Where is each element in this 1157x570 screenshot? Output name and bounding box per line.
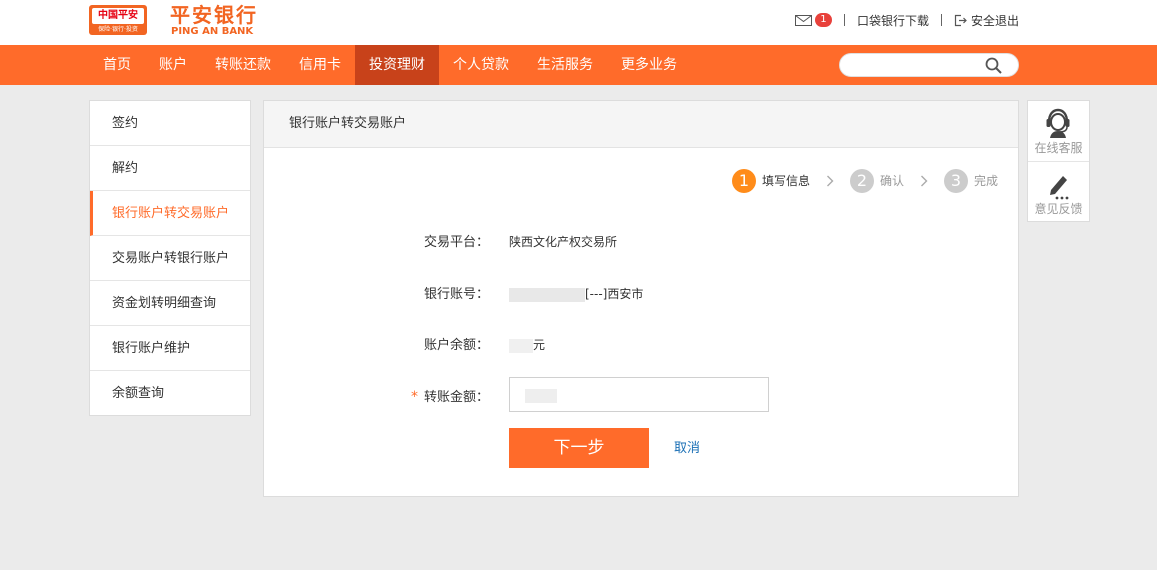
masked-amount — [525, 389, 557, 403]
amount-label: 转账金额： — [423, 390, 489, 405]
next-step-button[interactable]: 下一步 — [509, 428, 649, 468]
balance-label: 账户余额： — [423, 338, 489, 353]
masked-balance — [509, 338, 533, 353]
account-label: 银行账号： — [423, 287, 489, 302]
account-value: [---]西安市 — [509, 284, 643, 304]
sidebar-item-trade-to-bank[interactable]: 交易账户转银行账户 — [90, 236, 250, 281]
main-panel: 银行账户转交易账户 1 填写信息 2 确认 3 完成 交易平台： 陕西文化产权交… — [263, 100, 1019, 497]
step-3-label: 完成 — [974, 174, 999, 188]
balance-unit: 元 — [533, 338, 546, 352]
nav-item-credit-card[interactable]: 信用卡 — [285, 45, 355, 85]
feedback-button[interactable]: 意见反馈 — [1028, 162, 1089, 222]
nav-item-investment[interactable]: 投资理财 — [355, 45, 439, 85]
transfer-amount-input[interactable] — [509, 377, 769, 412]
main-nav: 首页 账户 转账还款 信用卡 投资理财 个人贷款 生活服务 更多业务 — [0, 45, 1157, 85]
step-2-circle: 2 — [850, 169, 874, 193]
logout-link[interactable]: 安全退出 — [971, 12, 1019, 29]
nav-item-more[interactable]: 更多业务 — [607, 45, 691, 85]
divider — [940, 14, 942, 26]
masked-account-number — [509, 287, 585, 302]
platform-label: 交易平台： — [423, 235, 489, 250]
sidebar-item-sign[interactable]: 签约 — [90, 101, 250, 146]
balance-value: 元 — [509, 335, 545, 355]
account-suffix: [---]西安市 — [585, 287, 644, 301]
required-mark: * — [410, 389, 418, 405]
step-3-circle: 3 — [944, 169, 968, 193]
sidebar-item-unsign[interactable]: 解约 — [90, 146, 250, 191]
logout-icon[interactable] — [954, 14, 967, 27]
sidebar-menu: 签约 解约 银行账户转交易账户 交易账户转银行账户 资金划转明细查询 银行账户维… — [89, 100, 251, 416]
logo-badge-text: 中国平安 — [92, 8, 144, 24]
feedback-label: 意见反馈 — [1034, 202, 1083, 216]
cancel-link[interactable]: 取消 — [674, 440, 700, 458]
sidebar-item-account-maintenance[interactable]: 银行账户维护 — [90, 326, 250, 371]
sidebar-item-transfer-details[interactable]: 资金划转明细查询 — [90, 281, 250, 326]
nav-item-account[interactable]: 账户 — [145, 45, 201, 85]
amount-label-row: * 转账金额： — [399, 387, 489, 408]
step-2-label: 确认 — [880, 174, 905, 188]
nav-item-home[interactable]: 首页 — [89, 45, 145, 85]
top-right-links: 1 口袋银行下载 安全退出 — [794, 11, 1019, 29]
logo-badge-sub: 保险·银行·投资 — [98, 26, 138, 33]
sidebar-item-bank-to-trade[interactable]: 银行账户转交易账户 — [90, 191, 250, 236]
chevron-right-icon — [827, 175, 834, 187]
nav-item-personal-loan[interactable]: 个人贷款 — [439, 45, 523, 85]
sidebar-item-balance-query[interactable]: 余额查询 — [90, 371, 250, 416]
chevron-right-icon — [921, 175, 928, 187]
pencil-icon — [1050, 176, 1069, 200]
download-app-link[interactable]: 口袋银行下载 — [857, 12, 929, 29]
nav-item-life-services[interactable]: 生活服务 — [523, 45, 607, 85]
online-service-label: 在线客服 — [1034, 141, 1083, 155]
step-1-label: 填写信息 — [762, 174, 811, 188]
divider — [843, 14, 845, 26]
top-header: 中国平安 保险·银行·投资 平安银行 PING AN BANK 1 口袋银行下载… — [0, 0, 1157, 45]
panel-header: 银行账户转交易账户 — [264, 101, 1018, 148]
floating-service-panel: 在线客服 意见反馈 — [1027, 100, 1090, 222]
platform-value: 陕西文化产权交易所 — [509, 235, 618, 249]
mail-icon[interactable] — [794, 14, 812, 26]
pingan-group-logo[interactable]: 中国平安 保险·银行·投资 — [89, 5, 147, 35]
search-input[interactable] — [839, 53, 1019, 77]
nav-item-transfer[interactable]: 转账还款 — [201, 45, 285, 85]
step-1-circle: 1 — [732, 169, 756, 193]
online-service-button[interactable]: 在线客服 — [1028, 101, 1089, 161]
customer-service-icon — [1046, 108, 1070, 138]
bank-name-cn: 平安银行 — [170, 3, 258, 27]
bank-name-en: PING AN BANK — [171, 26, 254, 37]
page-title: 银行账户转交易账户 — [289, 116, 407, 131]
message-count-badge[interactable]: 1 — [814, 13, 832, 27]
search-icon[interactable] — [985, 57, 1002, 74]
